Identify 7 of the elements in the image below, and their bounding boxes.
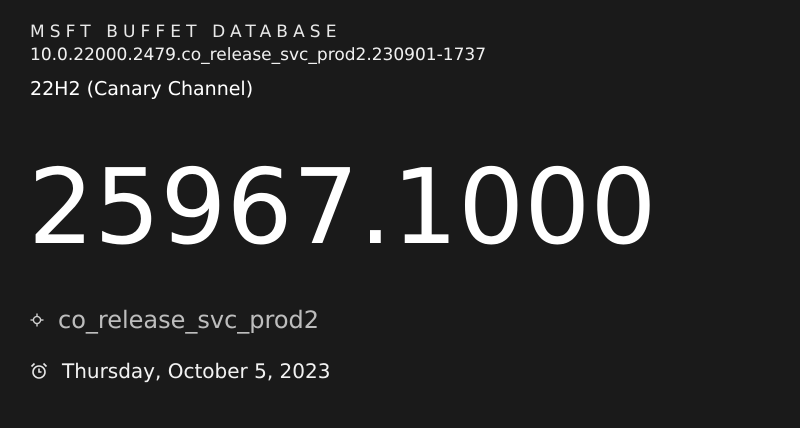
build-string: 10.0.22000.2479.co_release_svc_prod2.230901-1737 — [30, 44, 486, 66]
branch-name: co_release_svc_prod2 — [58, 305, 320, 336]
alarm-clock-icon — [30, 362, 48, 380]
app-title: MSFT BUFFET DATABASE — [30, 21, 342, 44]
build-number: 25967.1000 — [28, 152, 657, 262]
channel-label: 22H2 (Canary Channel) — [30, 77, 254, 102]
build-date: Thursday, October 5, 2023 — [62, 358, 330, 385]
